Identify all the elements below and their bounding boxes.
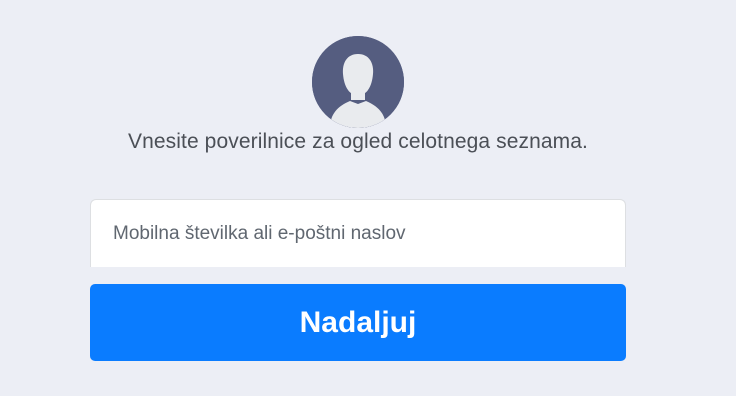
login-prompt-text: Vnesite poverilnice za ogled celotnega s… xyxy=(128,130,588,153)
phone-or-email-input[interactable] xyxy=(91,200,625,267)
continue-button[interactable]: Nadaljuj xyxy=(90,284,626,361)
default-user-avatar-icon xyxy=(312,36,404,128)
login-field-container xyxy=(90,199,626,267)
